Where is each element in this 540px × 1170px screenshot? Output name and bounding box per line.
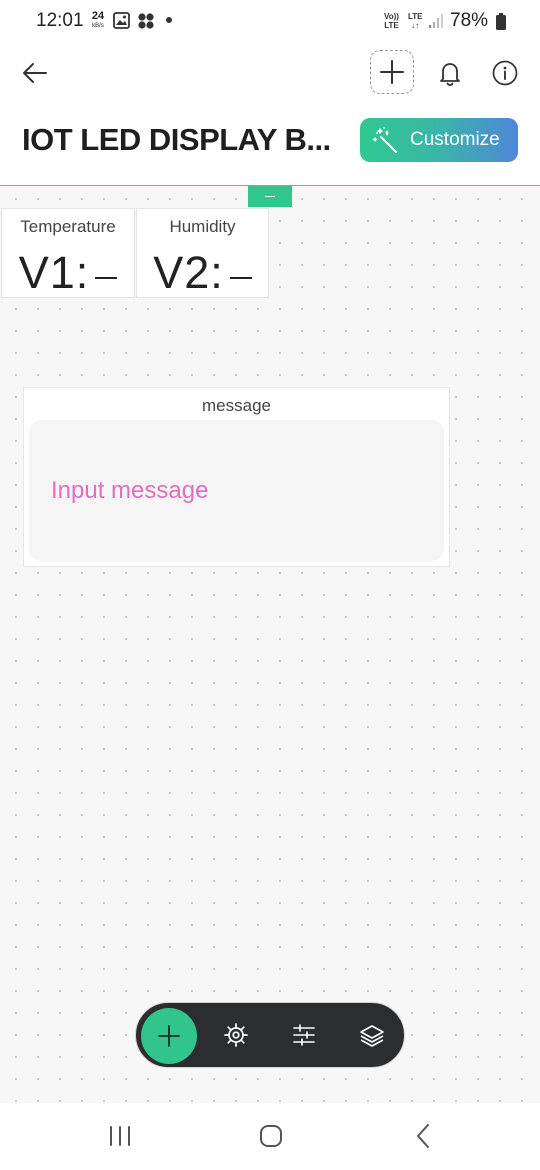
humidity-pin: V2: <box>153 247 224 298</box>
fan-icon <box>138 13 154 29</box>
temperature-widget[interactable]: Temperature V1: <box>1 208 135 298</box>
battery-icon <box>496 13 506 30</box>
magic-wand-icon <box>372 127 397 153</box>
bell-icon[interactable] <box>436 58 464 88</box>
network-speed: 24 kB/s <box>89 10 107 30</box>
layers-icon[interactable] <box>358 1021 386 1049</box>
status-time: 12:01 <box>36 10 84 31</box>
add-widget-button[interactable] <box>370 50 414 94</box>
temperature-value: V1: <box>2 247 134 299</box>
volte-bottom: LTE <box>384 21 399 30</box>
dot-icon <box>166 17 172 23</box>
empty-value-dash <box>95 277 118 280</box>
temperature-pin: V1: <box>18 247 90 298</box>
app-screen: 12:01 24 kB/s Vo)) LTE LTE ↓↑ 78% IOT LE… <box>0 0 540 1170</box>
humidity-value: V2: <box>137 247 268 299</box>
temperature-label: Temperature <box>20 217 116 236</box>
app-header: IOT LED DISPLAY B... Customize <box>0 42 540 186</box>
message-label: message <box>202 396 271 415</box>
back-arrow-icon[interactable] <box>18 58 52 88</box>
minus-icon <box>265 195 275 198</box>
battery-percent: 78% <box>450 10 489 31</box>
message-widget[interactable]: message Input message <box>23 387 450 567</box>
volte-top: Vo)) <box>384 12 399 21</box>
dashboard-canvas[interactable]: Temperature V1: Humidity V2: message Inp… <box>0 186 540 1103</box>
humidity-label: Humidity <box>169 217 236 236</box>
image-icon <box>113 12 130 29</box>
lte-top: LTE <box>408 12 423 21</box>
home-icon[interactable] <box>258 1123 284 1149</box>
lte-bottom: ↓↑ <box>411 21 420 30</box>
bottom-toolbar <box>135 1002 405 1068</box>
back-icon[interactable] <box>414 1123 432 1149</box>
volte-indicator: Vo)) LTE <box>384 12 399 30</box>
add-button[interactable] <box>141 1008 197 1064</box>
customize-button[interactable]: Customize <box>360 118 518 162</box>
gear-icon[interactable] <box>222 1021 250 1049</box>
message-input[interactable]: Input message <box>29 420 444 561</box>
customize-label: Customize <box>410 129 500 150</box>
empty-value-dash <box>229 277 252 280</box>
page-title: IOT LED DISPLAY B... <box>22 122 331 157</box>
collapse-header-button[interactable] <box>248 186 292 207</box>
info-icon[interactable] <box>492 60 518 86</box>
signal-icon <box>429 14 443 28</box>
network-speed-value: 24 <box>91 10 105 22</box>
network-speed-unit: kB/s <box>92 23 104 29</box>
message-placeholder: Input message <box>51 477 209 504</box>
humidity-widget[interactable]: Humidity V2: <box>136 208 269 298</box>
system-nav-bar <box>0 1103 540 1170</box>
recent-apps-icon[interactable] <box>108 1125 132 1147</box>
lte-indicator: LTE ↓↑ <box>408 12 423 30</box>
sliders-icon[interactable] <box>290 1021 318 1049</box>
plus-icon <box>158 1025 180 1047</box>
status-bar: 12:01 24 kB/s Vo)) LTE LTE ↓↑ 78% <box>0 0 540 42</box>
plus-icon <box>380 60 404 84</box>
